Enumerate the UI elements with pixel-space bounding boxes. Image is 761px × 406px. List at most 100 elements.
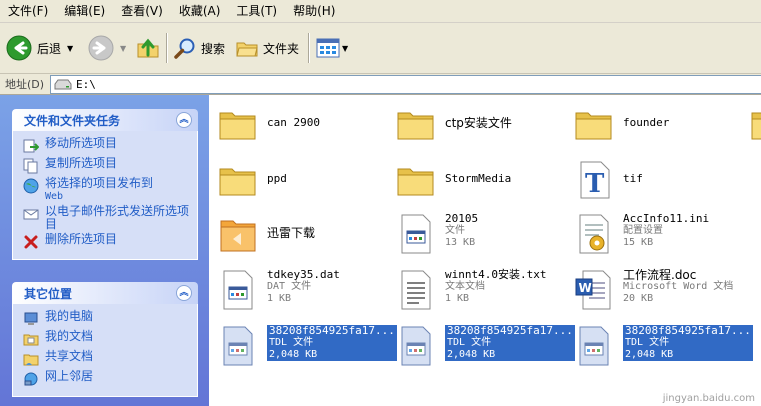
email-icon [23, 209, 39, 220]
menu-view[interactable]: 查看(V) [113, 0, 171, 22]
task-label: 删除所选项目 [45, 232, 118, 246]
toolbar-separator [166, 33, 168, 63]
file-name: 38208f854925fa17... [625, 324, 751, 337]
menu-bar: 文件(F) 编辑(E) 查看(V) 收藏(A) 工具(T) 帮助(H) [0, 0, 761, 23]
file-list-area: can 2900 ctp安装文件 founder ppd StormMedia … [209, 95, 761, 406]
file-name: ppd [267, 172, 287, 185]
forward-arrow-icon [88, 35, 114, 61]
file-item-folder[interactable]: can 2900 [217, 103, 320, 145]
file-item-tdl-selected[interactable]: 38208f854925fa17... TDL 文件 2,048 KB [573, 325, 753, 367]
menu-help[interactable]: 帮助(H) [285, 0, 343, 22]
task-pane: 文件和文件夹任务 ︽ 移动所选项目 复制所选项目 将选择的项目发布到 Web 以… [0, 95, 209, 406]
task-move-items[interactable]: 移动所选项目 [23, 137, 191, 155]
file-item-folder[interactable]: ctp安装文件 [395, 103, 512, 145]
forward-dropdown-icon[interactable]: ▼ [120, 44, 126, 53]
file-item-folder-partial[interactable] [749, 103, 761, 145]
file-name: AccInfo11.ini [623, 212, 710, 225]
place-my-computer[interactable]: 我的电脑 [23, 310, 191, 328]
place-label: 网上邻居 [45, 369, 94, 383]
folder-icon [219, 112, 256, 140]
task-delete-items[interactable]: 删除所选项目 [23, 233, 191, 251]
file-item-thunder-folder[interactable]: 迅雷下载 [217, 213, 315, 255]
views-button[interactable]: ▼ [316, 31, 348, 65]
menu-tools[interactable]: 工具(T) [228, 0, 285, 22]
file-size: 2,048 KB [447, 349, 496, 360]
file-name: can 2900 [267, 116, 320, 129]
file-item-word[interactable]: W 工作流程.doc Microsoft Word 文档 20 KB [573, 269, 733, 311]
back-button[interactable]: 后退 ▼ [6, 31, 73, 65]
file-size: 1 KB [445, 293, 470, 304]
file-size: 1 KB [267, 293, 292, 304]
folders-button[interactable]: 文件夹 [236, 31, 299, 65]
file-item-folder[interactable]: ppd [217, 159, 287, 201]
folder-icon [751, 112, 761, 140]
svg-text:T: T [585, 169, 605, 199]
file-item-generic[interactable]: 20105 文件 13 KB [395, 213, 478, 255]
file-name: winnt4.0安装.txt [445, 268, 547, 281]
file-name: StormMedia [445, 172, 512, 185]
up-folder-button[interactable] [136, 31, 160, 65]
collapse-chevron-icon[interactable]: ︽ [176, 112, 192, 128]
file-size: 15 KB [623, 237, 654, 248]
tasks-panel-title: 文件和文件夹任务 [24, 113, 121, 128]
views-dropdown-icon[interactable]: ▼ [342, 44, 348, 53]
address-label: 地址(D) [5, 78, 45, 91]
task-copy-items[interactable]: 复制所选项目 [23, 157, 191, 175]
file-type: TDL 文件 [625, 337, 670, 348]
file-item-font[interactable]: T tif [573, 159, 643, 201]
place-network[interactable]: 网上邻居 [23, 370, 191, 388]
forward-button[interactable]: ▼ [88, 31, 126, 65]
place-shared-documents[interactable]: 共享文档 [23, 350, 191, 368]
back-label: 后退 [37, 41, 62, 56]
search-icon [174, 38, 195, 59]
file-type: Microsoft Word 文档 [623, 281, 734, 292]
file-item-ini[interactable]: AccInfo11.ini 配置设置 15 KB [573, 213, 709, 255]
file-item-tdl-selected[interactable]: 38208f854925fa17... TDL 文件 2,048 KB [217, 325, 397, 367]
search-label: 搜索 [201, 41, 226, 56]
menu-edit[interactable]: 编辑(E) [56, 0, 113, 22]
generic-file-icon [401, 326, 431, 366]
file-item-generic[interactable]: tdkey35.dat DAT 文件 1 KB [217, 269, 340, 311]
places-panel-body: 我的电脑 我的文档 共享文档 网上邻居 [12, 304, 198, 397]
toolbar-separator [308, 33, 310, 63]
file-name: tif [623, 172, 643, 185]
file-item-tdl-selected[interactable]: 38208f854925fa17... TDL 文件 2,048 KB [395, 325, 575, 367]
file-name: 迅雷下载 [267, 226, 316, 240]
file-name: ctp安装文件 [445, 116, 512, 130]
file-name: 工作流程.doc [623, 268, 697, 282]
file-size: 2,048 KB [625, 349, 674, 360]
toolbar: 后退 ▼ ▼ 搜索 文件夹 ▼ [0, 23, 761, 74]
task-email-items[interactable]: 以电子邮件形式发送所选项目 [23, 205, 191, 231]
address-input[interactable]: E:\ [50, 75, 761, 94]
generic-file-icon [223, 326, 253, 366]
collapse-chevron-icon[interactable]: ︽ [176, 285, 192, 301]
file-item-text[interactable]: winnt4.0安装.txt 文本文档 1 KB [395, 269, 546, 311]
file-name: founder [623, 116, 670, 129]
address-bar: 地址(D) E:\ [0, 74, 761, 95]
place-label: 我的电脑 [45, 309, 94, 323]
file-item-folder[interactable]: founder [573, 103, 669, 145]
folder-icon [219, 168, 256, 196]
font-file-icon: T [580, 161, 610, 199]
place-label: 我的文档 [45, 329, 94, 343]
places-panel-title: 其它位置 [24, 286, 73, 301]
menu-file[interactable]: 文件(F) [0, 0, 56, 22]
task-label: 移动所选项目 [45, 136, 118, 150]
ini-settings-icon [579, 214, 609, 254]
places-panel-header[interactable]: 其它位置 ︽ [12, 282, 198, 304]
task-publish-web[interactable]: 将选择的项目发布到 Web [23, 177, 191, 203]
address-value: E:\ [76, 78, 96, 91]
place-label: 共享文档 [45, 349, 94, 363]
back-dropdown-icon[interactable]: ▼ [67, 44, 73, 53]
menu-favorites[interactable]: 收藏(A) [171, 0, 229, 22]
file-name: tdkey35.dat [267, 268, 340, 281]
task-label: 以电子邮件形式发送所选项目 [45, 204, 190, 231]
file-item-folder[interactable]: StormMedia [395, 159, 511, 201]
search-button[interactable]: 搜索 [174, 31, 225, 65]
place-my-documents[interactable]: 我的文档 [23, 330, 191, 348]
task-label-sub: Web [45, 191, 64, 202]
folder-icon [397, 168, 434, 196]
tasks-panel-body: 移动所选项目 复制所选项目 将选择的项目发布到 Web 以电子邮件形式发送所选项… [12, 131, 198, 260]
tasks-panel-header[interactable]: 文件和文件夹任务 ︽ [12, 109, 198, 131]
views-icon [316, 38, 340, 58]
